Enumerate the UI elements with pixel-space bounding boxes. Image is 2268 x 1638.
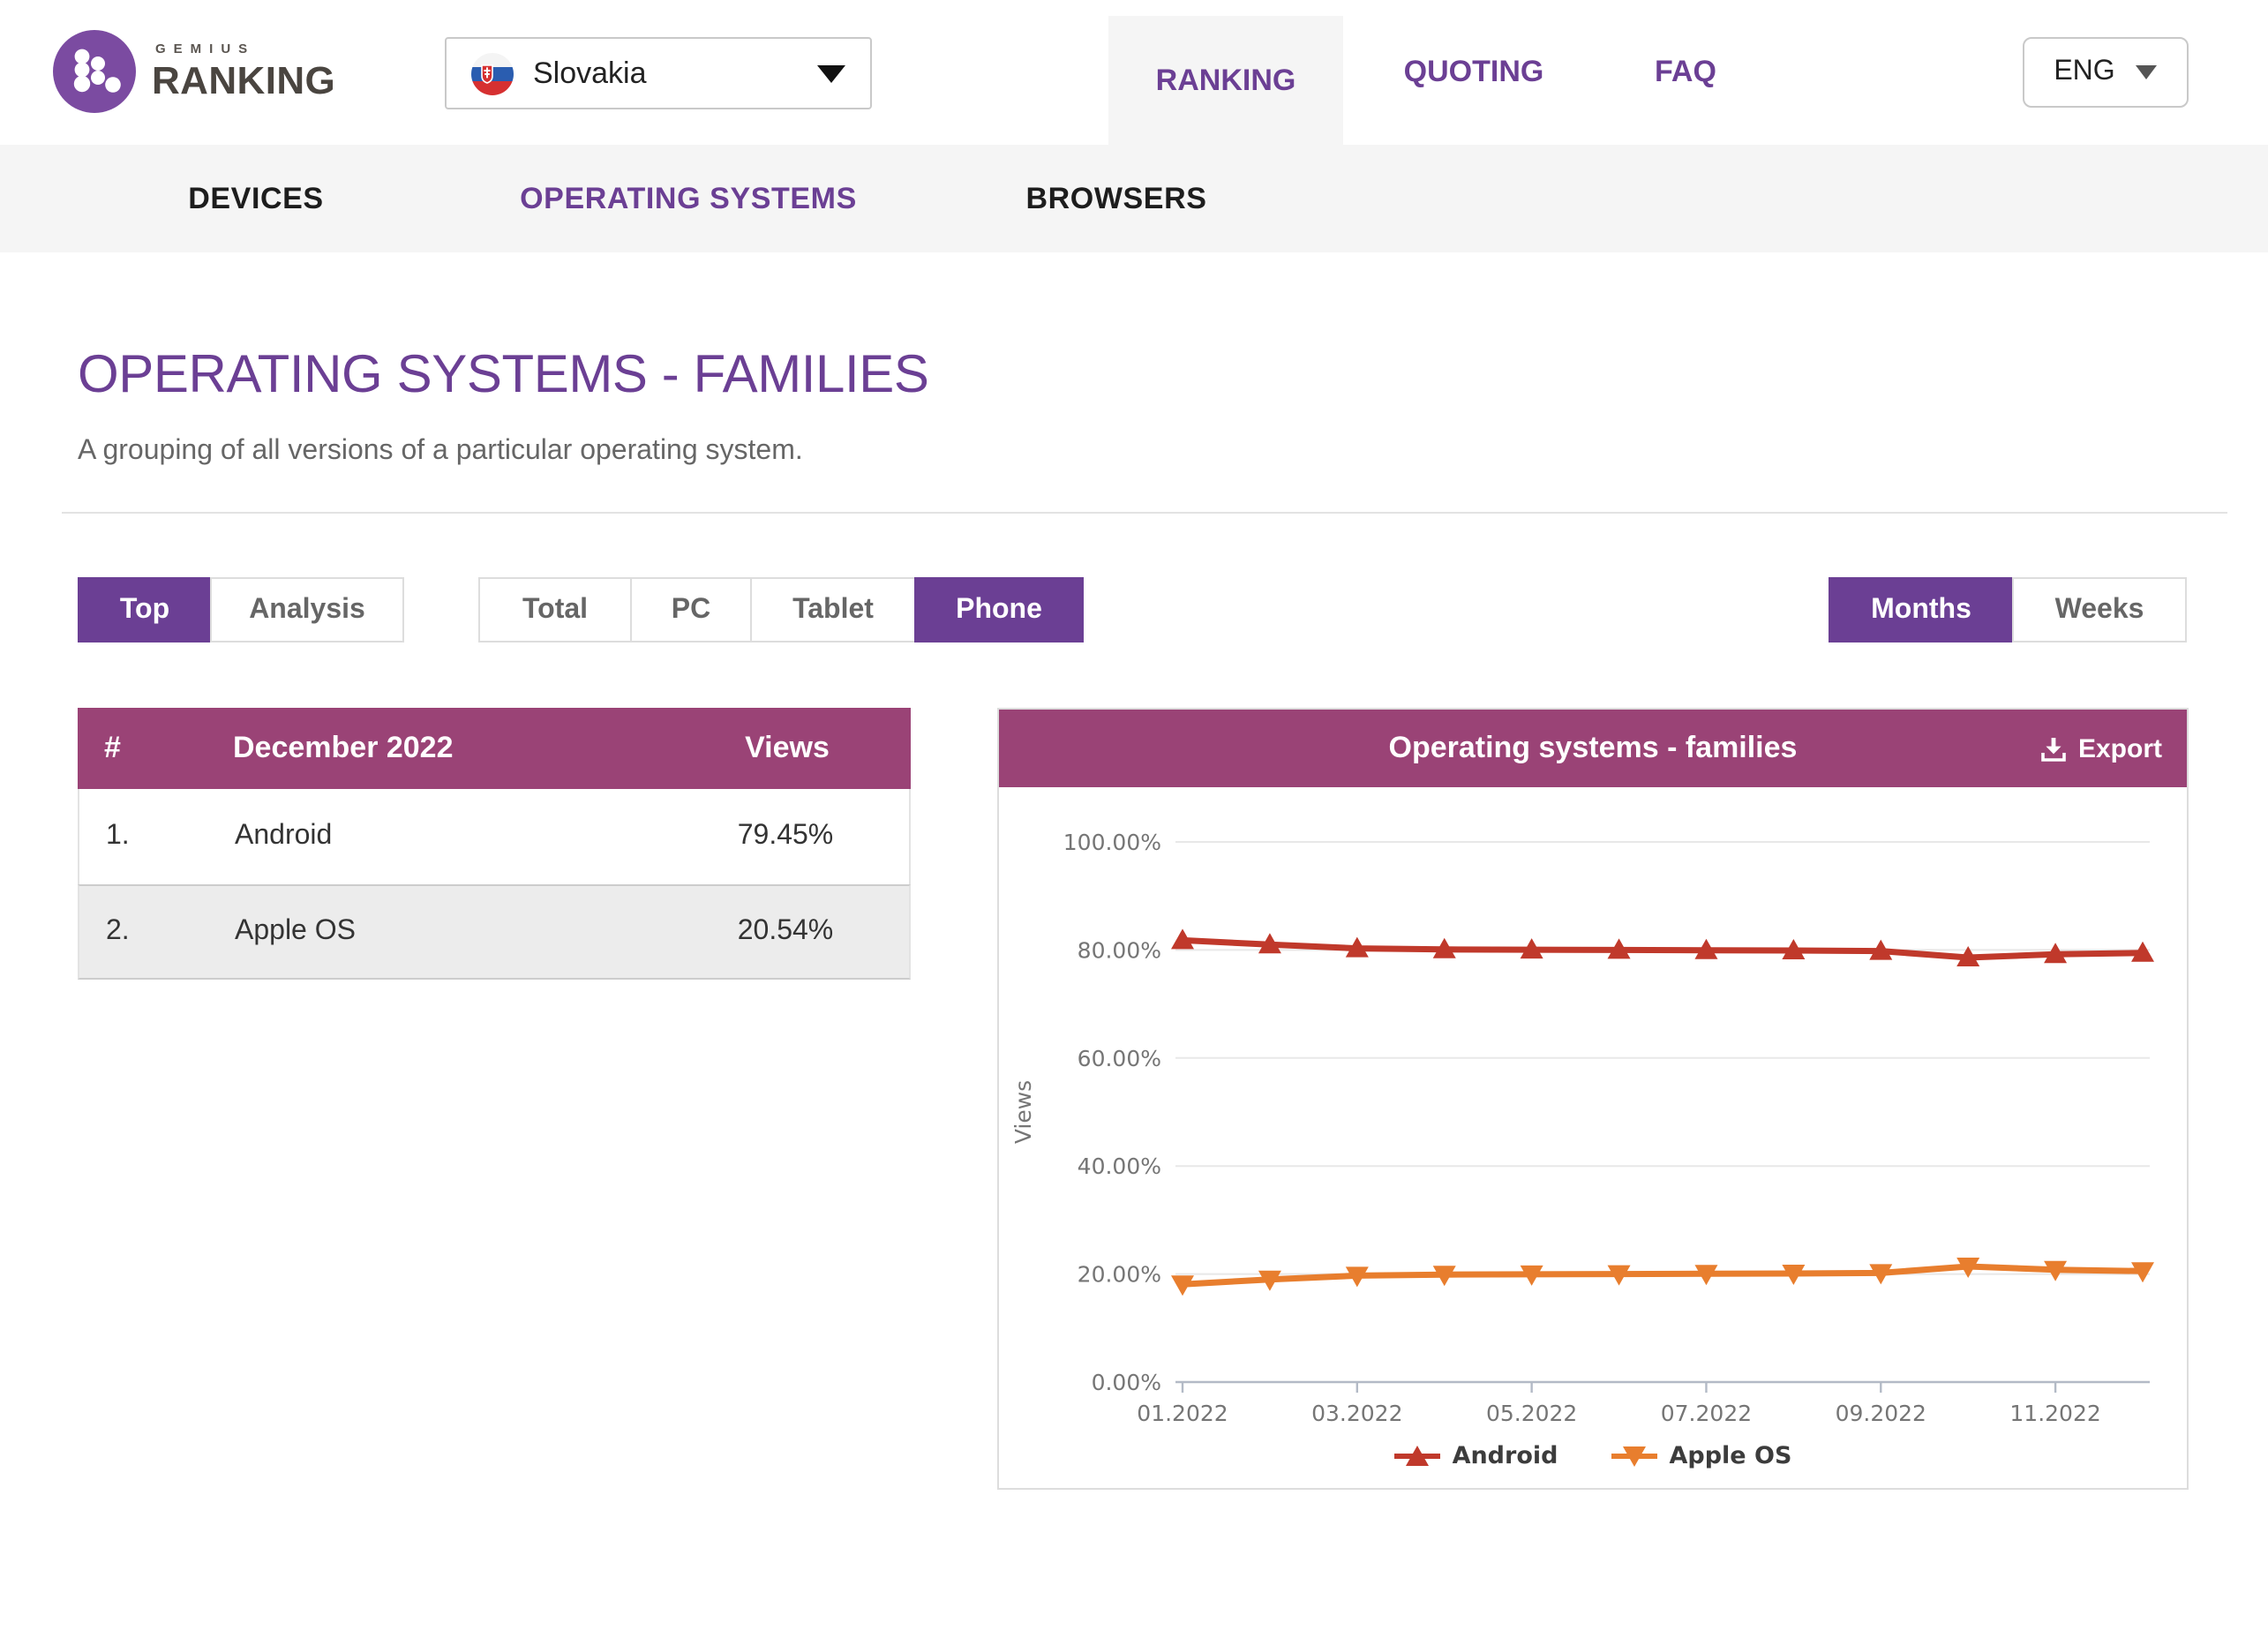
legend-item-android[interactable]: Android <box>1394 1442 1558 1470</box>
row-rank: 2. <box>79 916 235 948</box>
row-rank: 1. <box>79 821 235 853</box>
svg-text:11.2022: 11.2022 <box>2009 1401 2100 1426</box>
ranking-table: # December 2022 Views 1. Android 79.45% … <box>78 708 911 980</box>
svg-text:80.00%: 80.00% <box>1078 937 1161 963</box>
country-selector[interactable]: Slovakia <box>445 37 872 109</box>
weeks-button[interactable]: Weeks <box>2012 577 2187 642</box>
heading-divider <box>62 512 2227 514</box>
svg-text:03.2022: 03.2022 <box>1311 1401 1402 1426</box>
subnav-devices-label: DEVICES <box>188 181 323 216</box>
table-header-row: # December 2022 Views <box>78 708 911 789</box>
gemius-ranking-logo[interactable]: GEMIUS RANKING <box>53 30 335 113</box>
chart-canvas: 0.00% 20.00% 40.00% 60.00% 80.00% 100.00% 01.2… <box>999 787 2187 1488</box>
chevron-down-icon <box>817 64 845 82</box>
tablet-button[interactable]: Tablet <box>750 577 916 642</box>
apple-os-legend-marker <box>1611 1444 1656 1469</box>
page-subtitle: A grouping of all versions of a particul… <box>78 436 803 468</box>
row-os-name: Apple OS <box>235 916 662 948</box>
legend-apple-os-label: Apple OS <box>1669 1442 1791 1470</box>
export-button[interactable]: Export <box>2041 710 2162 787</box>
gemius-logo-icon <box>53 30 136 113</box>
page-title: OPERATING SYSTEMS - FAMILIES <box>78 346 929 406</box>
phone-button[interactable]: Phone <box>914 577 1084 642</box>
column-header-views: Views <box>664 731 911 766</box>
logo-wordmark: GEMIUS RANKING <box>152 43 335 101</box>
view-toggle-group: Top Analysis <box>78 577 404 642</box>
subnav-item-devices[interactable]: DEVICES <box>150 145 362 252</box>
total-button[interactable]: Total <box>478 577 632 642</box>
subnav-browsers-label: BROWSERS <box>1025 181 1206 216</box>
language-selector-value: ENG <box>2054 56 2114 88</box>
svg-text:09.2022: 09.2022 <box>1836 1401 1926 1426</box>
nav-tab-ranking-label: RANKING <box>1156 63 1296 98</box>
row-os-name: Android <box>235 821 662 853</box>
svg-text:40.00%: 40.00% <box>1078 1153 1161 1179</box>
chart-header: Operating systems - families Export <box>999 710 2187 787</box>
logo-gemius-text: GEMIUS <box>155 43 335 56</box>
svg-text:20.00%: 20.00% <box>1078 1262 1161 1288</box>
slovakia-flag-icon <box>471 52 514 94</box>
period-toggle-group: Months Weeks <box>1829 577 2187 642</box>
table-row: 2. Apple OS 20.54% <box>78 884 911 980</box>
country-selector-value: Slovakia <box>533 56 817 91</box>
chart-title: Operating systems - families <box>999 731 2187 766</box>
logo-ranking-text: RANKING <box>152 62 335 101</box>
subnav-item-operating-systems[interactable]: OPERATING SYSTEMS <box>494 145 882 252</box>
chevron-down-icon <box>2137 65 2158 79</box>
svg-text:0.00%: 0.00% <box>1092 1370 1161 1395</box>
svg-text:05.2022: 05.2022 <box>1486 1401 1577 1426</box>
months-button[interactable]: Months <box>1829 577 2014 642</box>
language-selector[interactable]: ENG <box>2023 37 2189 108</box>
top-button[interactable]: Top <box>78 577 212 642</box>
nav-tab-faq[interactable]: FAQ <box>1633 0 1739 145</box>
svg-text:60.00%: 60.00% <box>1078 1046 1161 1071</box>
nav-tab-faq-label: FAQ <box>1655 55 1716 90</box>
export-button-label: Export <box>2078 733 2162 763</box>
top-header: GEMIUS RANKING Slovakia RANKING <box>0 0 2268 145</box>
chart-panel: Operating systems - families Export 0.00… <box>997 708 2189 1490</box>
nav-tab-quoting-label: QUOTING <box>1404 55 1544 90</box>
gemius-ranking-page: GEMIUS RANKING Slovakia RANKING <box>0 0 2268 1638</box>
chart-legend: Android Apple OS <box>999 1442 2187 1470</box>
nav-tab-ranking[interactable]: RANKING <box>1108 16 1343 145</box>
section-nav: DEVICES OPERATING SYSTEMS BROWSERS <box>0 145 2268 252</box>
download-icon <box>2041 735 2068 762</box>
nav-tab-quoting[interactable]: QUOTING <box>1394 0 1553 145</box>
legend-android-label: Android <box>1453 1442 1558 1470</box>
legend-item-apple-os[interactable]: Apple OS <box>1611 1442 1791 1470</box>
column-header-month: December 2022 <box>233 731 664 766</box>
android-legend-marker <box>1394 1444 1440 1469</box>
row-views-value: 20.54% <box>662 916 909 948</box>
svg-text:01.2022: 01.2022 <box>1137 1401 1228 1426</box>
pc-button[interactable]: PC <box>630 577 752 642</box>
device-toggle-group: Total PC Tablet Phone <box>478 577 1084 642</box>
analysis-button[interactable]: Analysis <box>210 577 404 642</box>
svg-text:Views: Views <box>1010 1080 1036 1144</box>
table-row: 1. Android 79.45% <box>78 789 911 884</box>
svg-text:07.2022: 07.2022 <box>1661 1401 1752 1426</box>
subnav-operating-systems-label: OPERATING SYSTEMS <box>520 181 857 216</box>
svg-text:100.00%: 100.00% <box>1063 830 1161 855</box>
row-views-value: 79.45% <box>662 821 909 853</box>
chart-body: 0.00% 20.00% 40.00% 60.00% 80.00% 100.00% 01.2… <box>999 787 2187 1488</box>
subnav-item-browsers[interactable]: BROWSERS <box>1006 145 1227 252</box>
column-header-rank: # <box>78 731 233 766</box>
